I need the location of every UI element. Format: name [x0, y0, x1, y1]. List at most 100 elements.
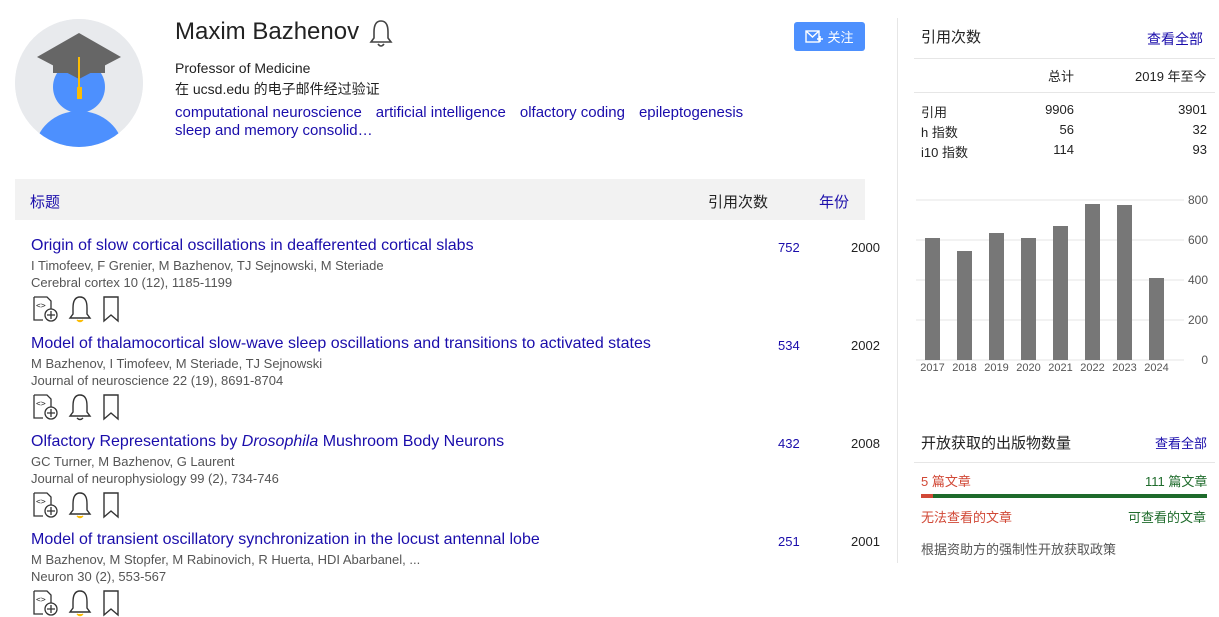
- table-row: Model of transient oscillatory synchroni…: [31, 531, 880, 617]
- table-row: Model of thalamocortical slow-wave sleep…: [31, 335, 880, 421]
- article-authors: GC Turner, M Bazhenov, G Laurent: [31, 454, 235, 469]
- alert-bell-icon[interactable]: [67, 589, 93, 617]
- sort-by-title[interactable]: 标题: [30, 191, 60, 212]
- x-tick-label: 2021: [1048, 362, 1072, 374]
- cited-by-count[interactable]: 251: [778, 534, 800, 549]
- year-value: 2002: [851, 338, 880, 353]
- year-value: 2001: [851, 534, 880, 549]
- open-access-heading: 开放获取的出版物数量: [921, 435, 1072, 452]
- svg-text:<>: <>: [36, 399, 46, 408]
- open-access-bar: [921, 494, 1207, 498]
- alert-bell-icon[interactable]: [67, 295, 93, 323]
- y-tick-label: 800: [1188, 193, 1208, 207]
- interest-link[interactable]: artificial intelligence: [376, 104, 506, 121]
- citation-bar[interactable]: [1053, 226, 1068, 360]
- x-tick-label: 2022: [1080, 362, 1104, 374]
- article-title[interactable]: Olfactory Representations by Drosophila …: [31, 433, 861, 451]
- svg-text:<>: <>: [36, 301, 46, 310]
- interest-link[interactable]: sleep and memory consolid…: [175, 122, 373, 139]
- avatar: [15, 19, 143, 147]
- citation-bar[interactable]: [1149, 278, 1164, 360]
- x-tick-label: 2024: [1144, 362, 1168, 374]
- view-all-open-access-link[interactable]: 查看全部: [1155, 433, 1207, 452]
- not-available-count[interactable]: 5 篇文章: [921, 471, 971, 490]
- x-tick-label: 2017: [920, 362, 944, 374]
- stat-since: 93: [1192, 142, 1207, 157]
- x-tick-label: 2019: [984, 362, 1008, 374]
- available-label: 可查看的文章: [1128, 510, 1207, 525]
- x-tick-label: 2023: [1112, 362, 1136, 374]
- add-code-icon[interactable]: <>: [31, 589, 59, 617]
- stat-label: h 指数: [921, 125, 958, 140]
- y-tick-label: 0: [1201, 353, 1208, 367]
- mandate-policy-text: 根据资助方的强制性开放获取政策: [921, 542, 1117, 557]
- year-value: 2000: [851, 240, 880, 255]
- citation-bar[interactable]: [925, 238, 940, 360]
- article-journal: Cerebral cortex 10 (12), 1185-1199: [31, 275, 233, 290]
- add-code-icon[interactable]: <>: [31, 393, 59, 421]
- svg-text:<>: <>: [36, 497, 46, 506]
- citation-bar[interactable]: [1021, 238, 1036, 360]
- interest-link[interactable]: olfactory coding: [520, 104, 625, 121]
- stat-since: 32: [1192, 122, 1207, 137]
- citation-bar[interactable]: [1085, 204, 1100, 360]
- cited-by-count[interactable]: 534: [778, 338, 800, 353]
- citation-bar[interactable]: [989, 233, 1004, 360]
- divider: [914, 462, 1215, 463]
- interest-link[interactable]: epileptogenesis: [639, 104, 743, 121]
- article-journal: Journal of neuroscience 22 (19), 8691-87…: [31, 373, 284, 388]
- cited-by-count[interactable]: 752: [778, 240, 800, 255]
- bookmark-icon[interactable]: [101, 589, 121, 617]
- article-journal: Neuron 30 (2), 553-567: [31, 569, 167, 584]
- research-interests: computational neuroscience artificial int…: [175, 104, 775, 140]
- stat-label: i10 指数: [921, 145, 968, 160]
- profile-name: Maxim Bazhenov: [175, 18, 360, 45]
- open-access-bar-unavailable: [921, 494, 933, 498]
- article-title[interactable]: Origin of slow cortical oscillations in …: [31, 237, 861, 255]
- stat-all: 114: [1053, 142, 1074, 157]
- sort-by-year[interactable]: 年份: [819, 191, 849, 212]
- table-row: Olfactory Representations by Drosophila …: [31, 433, 880, 519]
- stat-label: 引用: [921, 105, 948, 120]
- article-authors: M Bazhenov, I Timofeev, M Steriade, TJ S…: [31, 356, 323, 371]
- verified-email: 在 ucsd.edu 的电子邮件经过验证: [175, 81, 380, 97]
- follow-button[interactable]: 关注: [794, 22, 865, 51]
- divider: [914, 58, 1215, 59]
- article-title[interactable]: Model of transient oscillatory synchroni…: [31, 531, 861, 549]
- follow-label: 关注: [827, 30, 854, 45]
- table-row: Origin of slow cortical oscillations in …: [31, 237, 880, 323]
- article-title[interactable]: Model of thalamocortical slow-wave sleep…: [31, 335, 861, 353]
- alert-bell-icon[interactable]: [67, 491, 93, 519]
- citation-bar[interactable]: [1117, 205, 1132, 360]
- interest-link[interactable]: computational neuroscience: [175, 104, 362, 121]
- y-tick-label: 400: [1188, 273, 1208, 287]
- add-code-icon[interactable]: <>: [31, 295, 59, 323]
- year-value: 2008: [851, 436, 880, 451]
- bookmark-icon[interactable]: [101, 295, 121, 323]
- cited-by-header[interactable]: 引用次数: [708, 191, 768, 212]
- available-count[interactable]: 111 篇文章: [1145, 471, 1207, 490]
- article-authors: M Bazhenov, M Stopfer, M Rabinovich, R H…: [31, 552, 421, 567]
- add-code-icon[interactable]: <>: [31, 491, 59, 519]
- x-tick-label: 2020: [1016, 362, 1040, 374]
- alert-bell-icon[interactable]: [67, 393, 93, 421]
- col-all-header: 总计: [1048, 69, 1075, 84]
- stat-all: 56: [1059, 122, 1074, 137]
- citation-bar[interactable]: [957, 251, 972, 360]
- svg-text:<>: <>: [36, 595, 46, 604]
- affiliation: Professor of Medicine: [175, 60, 311, 76]
- alert-bell-icon[interactable]: [368, 18, 394, 53]
- bookmark-icon[interactable]: [101, 393, 121, 421]
- stat-since: 3901: [1178, 102, 1207, 117]
- bookmark-icon[interactable]: [101, 491, 121, 519]
- cited-by-count[interactable]: 432: [778, 436, 800, 451]
- y-tick-label: 200: [1188, 313, 1208, 327]
- view-all-citations-link[interactable]: 查看全部: [1147, 29, 1203, 49]
- articles-table-header: 标题 引用次数 年份: [15, 179, 865, 220]
- not-available-label: 无法查看的文章: [921, 510, 1013, 525]
- divider: [914, 92, 1215, 93]
- citations-bar-chart: 800 600 400 200 0 2017 2018 2019 2020 2021 2022 202…: [916, 193, 1208, 374]
- col-since-header: 2019 年至今: [1135, 69, 1207, 84]
- mail-icon: [805, 29, 824, 43]
- stat-all: 9906: [1045, 102, 1074, 117]
